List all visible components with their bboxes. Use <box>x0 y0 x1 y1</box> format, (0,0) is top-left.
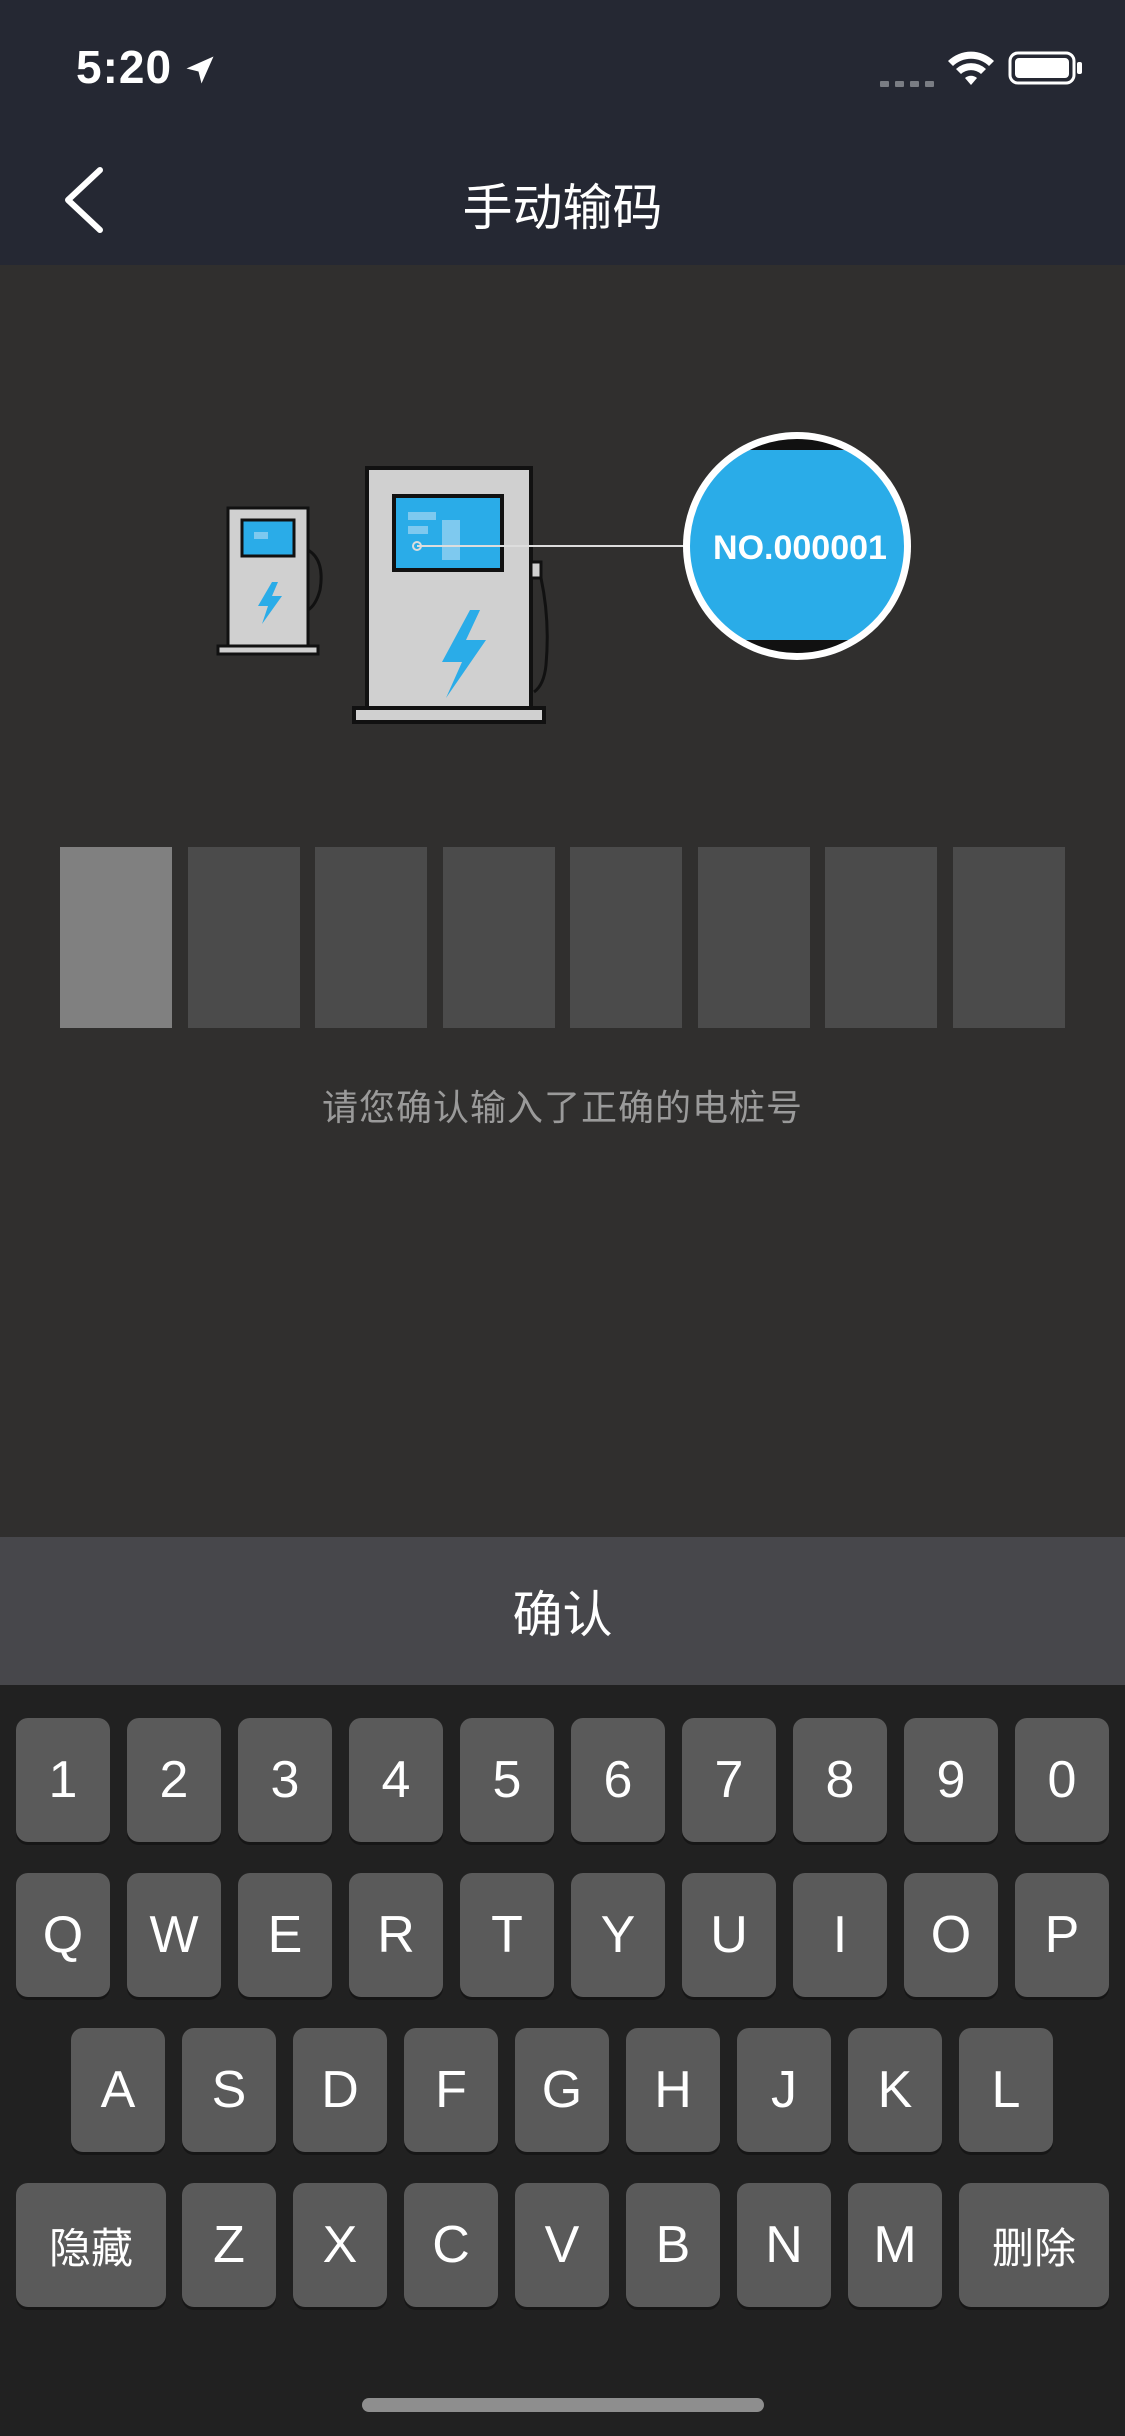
key-q[interactable]: Q <box>16 1873 110 1997</box>
key-z[interactable]: Z <box>182 2183 276 2307</box>
key-w[interactable]: W <box>127 1873 221 1997</box>
plate-number-text: NO.000001 <box>713 529 887 567</box>
code-digit-box[interactable] <box>188 847 300 1028</box>
key-5[interactable]: 5 <box>460 1718 554 1842</box>
confirm-button[interactable]: 确认 <box>0 1537 1125 1685</box>
page-title: 手动输码 <box>462 180 663 236</box>
wifi-icon <box>948 51 994 85</box>
cellular-signal-icon <box>880 74 940 92</box>
code-digit-box[interactable] <box>570 847 682 1028</box>
key-y[interactable]: Y <box>571 1873 665 1997</box>
key-f[interactable]: F <box>404 2028 498 2152</box>
delete-key[interactable]: 删除 <box>959 2183 1109 2307</box>
code-digit-box[interactable] <box>315 847 427 1028</box>
key-4[interactable]: 4 <box>349 1718 443 1842</box>
header: 5:20 手动输码 <box>0 0 1125 265</box>
key-8[interactable]: 8 <box>793 1718 887 1842</box>
key-t[interactable]: T <box>460 1873 554 1997</box>
status-time: 5:20 <box>76 41 173 93</box>
key-c[interactable]: C <box>404 2183 498 2307</box>
charging-pile-illustration: NO.000001 <box>216 432 911 724</box>
key-s[interactable]: S <box>182 2028 276 2152</box>
home-indicator <box>362 2398 764 2412</box>
key-h[interactable]: H <box>626 2028 720 2152</box>
key-d[interactable]: D <box>293 2028 387 2152</box>
key-7[interactable]: 7 <box>682 1718 776 1842</box>
key-9[interactable]: 9 <box>904 1718 998 1842</box>
key-3[interactable]: 3 <box>238 1718 332 1842</box>
key-0[interactable]: 0 <box>1015 1718 1109 1842</box>
key-k[interactable]: K <box>848 2028 942 2152</box>
code-plate-magnifier: NO.000001 <box>683 432 911 660</box>
small-charger-icon <box>216 506 323 656</box>
code-digit-box[interactable] <box>953 847 1065 1028</box>
manual-code-entry-screen: 5:20 手动输码 NO.000001 请您确认输入了正确的电桩号 确认 1 2… <box>0 0 1125 2436</box>
key-u[interactable]: U <box>682 1873 776 1997</box>
hide-keyboard-key[interactable]: 隐藏 <box>16 2183 166 2307</box>
battery-icon <box>1008 51 1082 85</box>
key-x[interactable]: X <box>293 2183 387 2307</box>
code-digit-box[interactable] <box>698 847 810 1028</box>
key-a[interactable]: A <box>71 2028 165 2152</box>
key-v[interactable]: V <box>515 2183 609 2307</box>
key-o[interactable]: O <box>904 1873 998 1997</box>
key-e[interactable]: E <box>238 1873 332 1997</box>
custom-keyboard: 1 2 3 4 5 6 7 8 9 0 Q W E R T Y U I O P A S D F G H J K L 隐藏 Z X C V B N M 删除 <box>0 1685 1125 2436</box>
code-digit-box[interactable] <box>825 847 937 1028</box>
key-2[interactable]: 2 <box>127 1718 221 1842</box>
key-g[interactable]: G <box>515 2028 609 2152</box>
key-1[interactable]: 1 <box>16 1718 110 1842</box>
key-i[interactable]: I <box>793 1873 887 1997</box>
code-digit-box[interactable] <box>60 847 172 1028</box>
key-n[interactable]: N <box>737 2183 831 2307</box>
key-l[interactable]: L <box>959 2028 1053 2152</box>
key-m[interactable]: M <box>848 2183 942 2307</box>
location-arrow-icon <box>186 56 214 84</box>
code-digit-box[interactable] <box>443 847 555 1028</box>
key-b[interactable]: B <box>626 2183 720 2307</box>
key-r[interactable]: R <box>349 1873 443 1997</box>
input-hint: 请您确认输入了正确的电桩号 <box>321 1087 803 1128</box>
key-6[interactable]: 6 <box>571 1718 665 1842</box>
key-p[interactable]: P <box>1015 1873 1109 1997</box>
key-j[interactable]: J <box>737 2028 831 2152</box>
pile-code-input[interactable] <box>60 847 1065 1028</box>
main-charger-icon <box>352 466 549 724</box>
